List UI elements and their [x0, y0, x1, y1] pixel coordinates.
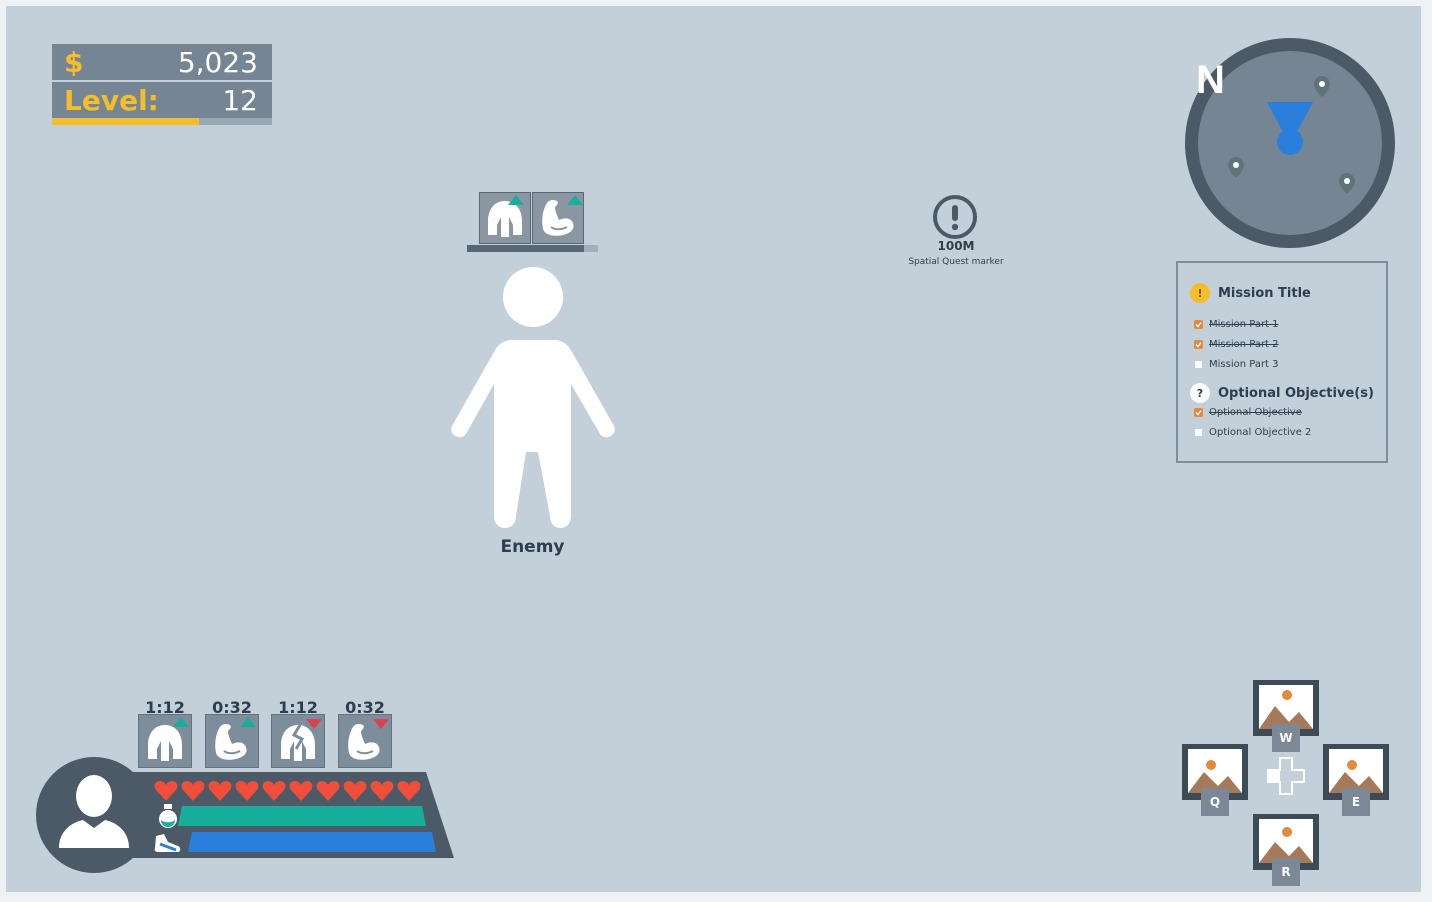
quest-marker-distance: 100M [937, 239, 975, 253]
currency-display: $ 5,023 [52, 44, 272, 80]
buff-up-arrow-icon [240, 717, 256, 727]
mission-tracker-panel: ! Mission Title Mission Part 1 Mission P… [1176, 261, 1388, 463]
level-display: Level: 12 [52, 82, 272, 118]
enemy-buff-muscle [532, 192, 584, 244]
heart-icon [316, 781, 340, 801]
level-label: Level: [64, 83, 159, 117]
ability-key-r: R [1272, 858, 1300, 886]
heart-icon [235, 781, 259, 801]
enemy-health-fill [467, 245, 584, 252]
optional-title-row: ? Optional Objective(s) [1190, 383, 1374, 403]
checkbox-unchecked[interactable] [1194, 428, 1203, 437]
mission-title-row: ! Mission Title [1190, 283, 1311, 303]
optional-question-icon: ? [1190, 383, 1210, 403]
enemy-figure[interactable] [446, 266, 618, 531]
checkbox-unchecked[interactable] [1194, 360, 1203, 369]
buff-up-arrow-icon [508, 195, 524, 205]
xp-bar [52, 118, 272, 125]
player-hearts [154, 780, 421, 802]
muscle-icon [215, 717, 256, 760]
optional-objective-1[interactable]: Optional Objective [1194, 407, 1302, 418]
ability-key-q: Q [1201, 788, 1229, 816]
heart-icon [154, 781, 178, 801]
heart-icon [262, 781, 286, 801]
player-position-icon [1277, 129, 1303, 155]
helmet-icon [488, 195, 524, 237]
optional-title: Optional Objective(s) [1218, 385, 1374, 401]
heart-icon [343, 781, 367, 801]
ability-slot-w[interactable]: W [1253, 680, 1319, 752]
ability-slot-r[interactable]: R [1253, 814, 1319, 886]
mission-part-label: Mission Part 2 [1209, 339, 1279, 350]
enemy-health-bar [467, 245, 598, 252]
level-value: 12 [222, 83, 258, 117]
mission-part-label: Mission Part 1 [1209, 319, 1279, 330]
quest-marker-label: Spatial Quest marker [908, 257, 1004, 267]
mission-part-1[interactable]: Mission Part 1 [1194, 319, 1279, 330]
currency-symbol: $ [64, 45, 84, 79]
game-viewport: $ 5,023 Level: 12 Enemy 100M Spatial Que… [6, 6, 1421, 892]
enemy-buff-helmet [479, 192, 531, 244]
mission-part-label: Mission Part 3 [1209, 359, 1279, 370]
broken-helmet-icon [281, 719, 322, 761]
checkbox-checked[interactable] [1194, 340, 1203, 349]
ability-slot-q[interactable]: Q [1182, 744, 1248, 816]
xp-bar-fill [52, 118, 200, 125]
ability-slot-e[interactable]: E [1323, 744, 1389, 816]
mission-title: Mission Title [1218, 285, 1311, 301]
stamina-bar [188, 832, 438, 852]
heart-icon [397, 781, 421, 801]
enemy-name-label: Enemy [500, 537, 565, 557]
muscle-icon [348, 719, 389, 760]
optional-objective-2[interactable]: Optional Objective 2 [1194, 427, 1311, 438]
debuff-down-arrow-icon [306, 719, 322, 729]
player-avatar[interactable] [35, 756, 153, 874]
heart-icon [181, 781, 205, 801]
debuff-down-arrow-icon [373, 719, 389, 729]
mission-part-2[interactable]: Mission Part 2 [1194, 339, 1279, 350]
heart-icon [289, 781, 313, 801]
compass-north-label: N [1196, 58, 1225, 102]
mana-bar [178, 806, 428, 826]
quest-exclamation-icon[interactable] [932, 194, 978, 240]
player-debuff-broken-helmet[interactable] [271, 714, 325, 768]
mission-alert-icon: ! [1190, 283, 1210, 303]
buff-up-arrow-icon [173, 717, 189, 727]
player-buff-muscle[interactable] [205, 714, 259, 768]
currency-amount: 5,023 [177, 45, 258, 79]
player-debuff-muscle[interactable] [338, 714, 392, 768]
optional-objective-label: Optional Objective 2 [1209, 427, 1312, 438]
checkbox-checked[interactable] [1194, 320, 1203, 329]
running-shoe-icon [154, 834, 181, 852]
muscle-icon [542, 195, 583, 236]
ability-key-w: W [1272, 724, 1300, 752]
mission-part-3[interactable]: Mission Part 3 [1194, 359, 1279, 370]
checkbox-checked[interactable] [1194, 408, 1203, 417]
ability-key-e: E [1342, 788, 1370, 816]
potion-icon [159, 804, 177, 828]
dpad-icon [1267, 757, 1305, 795]
optional-objective-label: Optional Objective [1209, 407, 1302, 418]
buff-up-arrow-icon [567, 195, 583, 205]
heart-icon [208, 781, 232, 801]
heart-icon [370, 781, 394, 801]
